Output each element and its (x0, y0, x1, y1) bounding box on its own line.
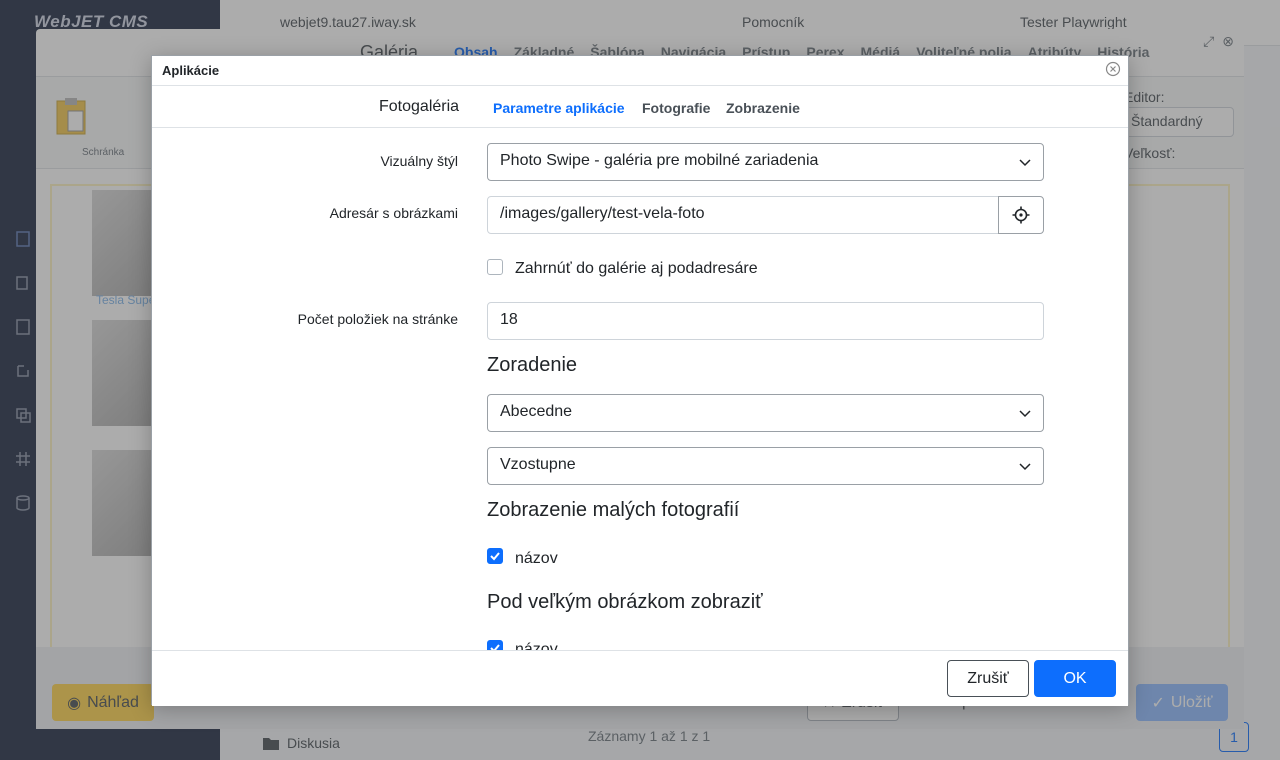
close-icon[interactable] (1105, 61, 1121, 77)
dialog-header: Aplikácie (152, 56, 1128, 86)
sort-order-select[interactable]: Vzostupne (487, 447, 1044, 485)
dialog-title: Aplikácie (162, 63, 220, 78)
tab-zobrazenie[interactable]: Zobrazenie (726, 100, 800, 116)
app-name: Fotogaléria (379, 98, 460, 115)
sort-by-value: Abecedne (500, 403, 573, 420)
tab-parametre[interactable]: Parametre aplikácie (493, 100, 625, 116)
visual-style-select[interactable]: Photo Swipe - galéria pre mobilné zariad… (487, 143, 1044, 181)
crosshair-icon (1012, 206, 1030, 224)
large-image-title: Pod veľkým obrázkom zobraziť (487, 591, 763, 613)
chevron-down-icon (1019, 410, 1031, 418)
include-subdirs-label: Zahrnúť do galérie aj podadresáre (515, 260, 758, 277)
browse-dir-button[interactable] (998, 196, 1044, 234)
large-name-checkbox[interactable] (487, 640, 503, 650)
sort-by-select[interactable]: Abecedne (487, 394, 1044, 432)
apps-dialog: Aplikácie Fotogaléria Parametre aplikáci… (151, 55, 1129, 706)
sorting-title: Zoradenie (487, 354, 578, 376)
dir-input-group: /images/gallery/test-vela-foto (487, 196, 1044, 234)
checkmark-icon (490, 552, 500, 561)
dialog-body: Vizuálny štýl Photo Swipe - galéria pre … (152, 128, 1128, 650)
app-tabs: Fotogaléria Parametre aplikácie Fotograf… (152, 86, 1128, 128)
thumbs-name-checkbox[interactable] (487, 548, 503, 564)
thumbs-title: Zobrazenie malých fotografií (487, 499, 740, 521)
tab-fotografie[interactable]: Fotografie (642, 100, 710, 116)
sort-order-value: Vzostupne (500, 456, 576, 473)
chevron-down-icon (1019, 463, 1031, 471)
items-per-page-input[interactable]: 18 (487, 302, 1044, 340)
ok-button[interactable]: OK (1034, 660, 1116, 697)
visual-style-label: Vizuálny štýl (380, 153, 458, 169)
large-name-label: názov (515, 641, 558, 650)
visual-style-value: Photo Swipe - galéria pre mobilné zariad… (500, 152, 819, 169)
chevron-down-icon (1019, 159, 1031, 167)
include-subdirs-checkbox[interactable] (487, 259, 503, 275)
thumbs-name-label: názov (515, 550, 558, 567)
dir-input[interactable]: /images/gallery/test-vela-foto (487, 196, 999, 234)
items-per-page-label: Počet položiek na stránke (297, 311, 458, 327)
dir-label: Adresár s obrázkami (329, 205, 458, 221)
dialog-footer: Zrušiť OK (152, 650, 1128, 706)
cancel-button[interactable]: Zrušiť (947, 660, 1029, 697)
checkmark-icon (490, 644, 500, 650)
